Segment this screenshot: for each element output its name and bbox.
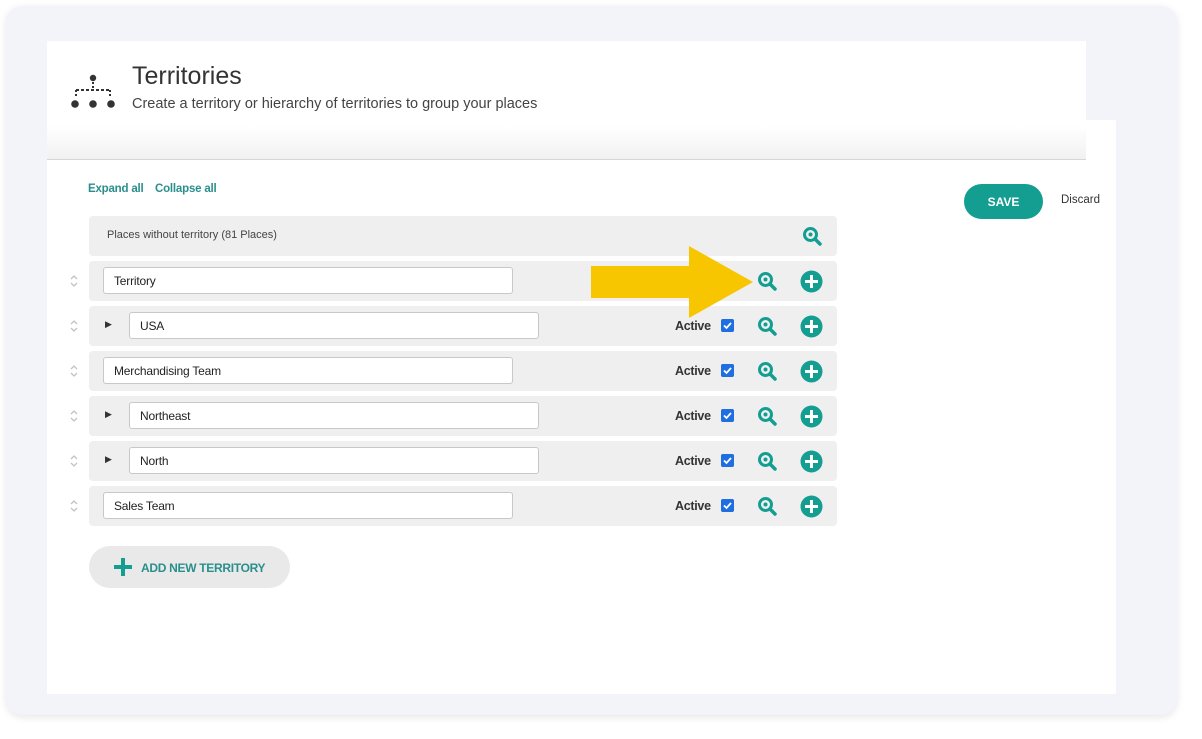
active-checkbox[interactable] [721, 409, 734, 422]
page-subtitle: Create a territory or hierarchy of terri… [132, 96, 538, 112]
active-checkbox[interactable] [721, 319, 734, 332]
drag-handle-icon[interactable] [68, 273, 80, 289]
plus-icon [114, 558, 132, 576]
territory-name-input[interactable]: Sales Team [103, 492, 513, 519]
header-gap [1086, 41, 1116, 120]
discard-button[interactable]: Discard [1061, 194, 1100, 206]
callout-arrow [591, 246, 753, 318]
expand-caret-icon[interactable]: ▶ [105, 319, 112, 330]
territory-row: Sales Team Active [89, 486, 837, 526]
active-label: Active [675, 409, 711, 423]
territory-row: Merchandising Team Active [89, 351, 837, 391]
view-places-icon[interactable] [757, 271, 777, 291]
add-child-territory-icon[interactable] [800, 495, 823, 518]
territory-name-input[interactable]: Merchandising Team [103, 357, 513, 384]
collapse-all-link[interactable]: Collapse all [155, 183, 217, 195]
territory-name-input[interactable]: Territory [103, 267, 513, 294]
hierarchy-icon [71, 74, 115, 108]
active-label: Active [675, 499, 711, 513]
view-places-icon[interactable] [757, 496, 777, 516]
expand-caret-icon[interactable]: ▶ [105, 454, 112, 465]
view-places-icon[interactable] [757, 451, 777, 471]
add-child-territory-icon[interactable] [800, 270, 823, 293]
active-checkbox[interactable] [721, 499, 734, 512]
page-title: Territories [132, 62, 242, 90]
drag-handle-icon[interactable] [68, 453, 80, 469]
active-checkbox[interactable] [721, 364, 734, 377]
territory-row: ▶ North Active [89, 441, 837, 481]
view-places-icon[interactable] [757, 316, 777, 336]
view-places-icon[interactable] [757, 361, 777, 381]
territory-name-input[interactable]: North [129, 447, 539, 474]
expand-all-link[interactable]: Expand all [88, 183, 144, 195]
save-button[interactable]: SAVE [964, 184, 1043, 219]
add-child-territory-icon[interactable] [800, 360, 823, 383]
drag-handle-icon[interactable] [68, 318, 80, 334]
view-places-icon[interactable] [757, 406, 777, 426]
view-places-icon[interactable] [802, 226, 822, 246]
drag-handle-icon[interactable] [68, 498, 80, 514]
add-new-territory-label: ADD NEW TERRITORY [141, 561, 266, 575]
expand-caret-icon[interactable]: ▶ [105, 409, 112, 420]
drag-handle-icon[interactable] [68, 363, 80, 379]
add-child-territory-icon[interactable] [800, 450, 823, 473]
territory-row: ▶ Northeast Active [89, 396, 837, 436]
active-label: Active [675, 319, 711, 333]
active-label: Active [675, 454, 711, 468]
territory-name-input[interactable]: USA [129, 312, 539, 339]
add-child-territory-icon[interactable] [800, 405, 823, 428]
add-new-territory-button[interactable]: ADD NEW TERRITORY [89, 546, 290, 588]
places-without-territory-label: Places without territory (81 Places) [107, 229, 277, 241]
territory-name-input[interactable]: Northeast [129, 402, 539, 429]
active-checkbox[interactable] [721, 454, 734, 467]
drag-handle-icon[interactable] [68, 408, 80, 424]
active-label: Active [675, 364, 711, 378]
add-child-territory-icon[interactable] [800, 315, 823, 338]
